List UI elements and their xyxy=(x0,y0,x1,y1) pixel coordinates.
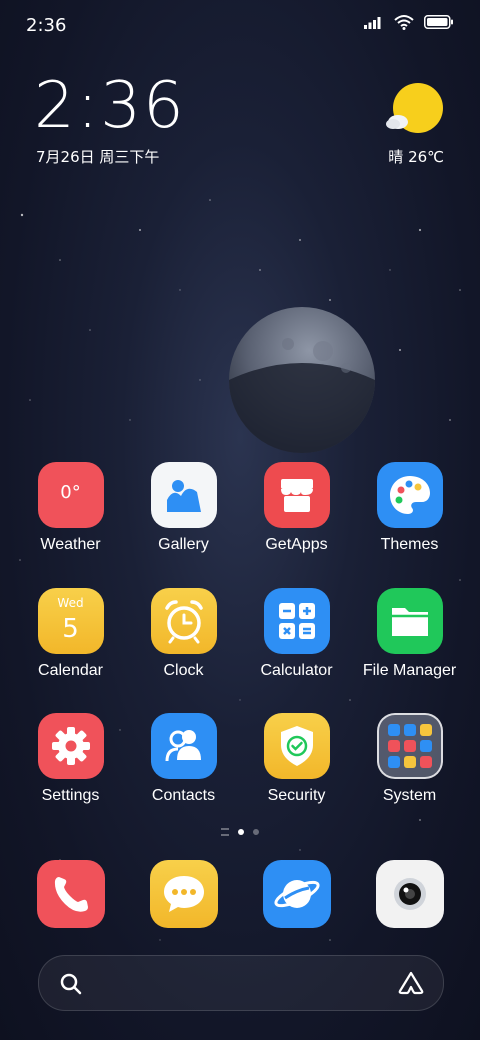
wifi-icon xyxy=(394,15,414,30)
app-themes[interactable]: Themes xyxy=(353,462,466,554)
search-bar[interactable] xyxy=(38,955,444,1011)
shield-icon xyxy=(263,713,330,779)
status-bar: 2:36 xyxy=(0,0,480,50)
assistant-icon[interactable] xyxy=(397,971,425,995)
app-calendar[interactable]: Wed 5 Calendar xyxy=(14,588,127,680)
dock-phone[interactable] xyxy=(14,860,127,928)
page-dot-current xyxy=(238,829,244,835)
app-getapps[interactable]: GetApps xyxy=(240,462,353,554)
clock-widget-date: 7月26日 周三下午 xyxy=(36,148,160,166)
app-weather[interactable]: 0° Weather xyxy=(14,462,127,554)
calendar-icon: Wed 5 xyxy=(37,588,104,654)
calendar-tile-date: 5 xyxy=(62,614,79,644)
weather-icon: 0° xyxy=(37,462,104,528)
phone-icon xyxy=(36,860,105,928)
status-time: 2:36 xyxy=(26,15,67,36)
search-icon[interactable] xyxy=(59,972,83,996)
app-label: Calculator xyxy=(260,662,333,679)
gallery-icon xyxy=(150,462,217,528)
app-label: File Manager xyxy=(362,662,457,679)
app-label: Settings xyxy=(41,787,100,804)
palette-icon xyxy=(376,462,443,528)
battery-icon xyxy=(424,15,453,29)
moon-image xyxy=(229,307,375,453)
alarm-clock-icon xyxy=(150,588,217,654)
browser-icon xyxy=(262,860,331,928)
weather-widget[interactable] xyxy=(384,82,444,142)
signal-icon xyxy=(364,17,381,29)
store-icon xyxy=(263,462,330,528)
message-icon xyxy=(149,860,218,928)
gear-icon xyxy=(37,713,104,779)
app-drawer-indicator xyxy=(221,828,229,836)
app-file-manager[interactable]: File Manager xyxy=(353,588,466,680)
page-indicator[interactable] xyxy=(0,828,480,836)
app-system-folder[interactable]: System xyxy=(353,713,466,805)
partly-sunny-icon xyxy=(386,83,443,133)
app-label: Weather xyxy=(40,536,101,553)
camera-icon xyxy=(375,860,444,928)
folder-icon xyxy=(376,588,443,654)
app-label: Security xyxy=(267,787,326,804)
clock-widget-time[interactable]: 2:36 xyxy=(34,74,186,138)
page-dot xyxy=(253,829,259,835)
weather-tile-temp: 0° xyxy=(60,482,81,503)
status-icons xyxy=(364,14,454,30)
app-clock[interactable]: Clock xyxy=(127,588,240,680)
app-calculator[interactable]: Calculator xyxy=(240,588,353,680)
dock-camera[interactable] xyxy=(353,860,466,928)
app-contacts[interactable]: Contacts xyxy=(127,713,240,805)
app-settings[interactable]: Settings xyxy=(14,713,127,805)
contacts-icon xyxy=(150,713,217,779)
app-label: Calendar xyxy=(38,662,103,679)
dock-messages[interactable] xyxy=(127,860,240,928)
weather-widget-text: 晴 26℃ xyxy=(388,148,444,166)
calendar-tile-day: Wed xyxy=(57,596,84,610)
app-label: Gallery xyxy=(158,536,209,553)
calculator-icon xyxy=(263,588,330,654)
app-label: Contacts xyxy=(151,787,216,804)
app-gallery[interactable]: Gallery xyxy=(127,462,240,554)
app-label: GetApps xyxy=(265,536,328,553)
app-label: Themes xyxy=(380,536,439,553)
app-label: Clock xyxy=(163,662,204,679)
dock-browser[interactable] xyxy=(240,860,353,928)
app-security[interactable]: Security xyxy=(240,713,353,805)
folder-grid-icon xyxy=(376,713,443,779)
app-label: System xyxy=(382,787,437,804)
